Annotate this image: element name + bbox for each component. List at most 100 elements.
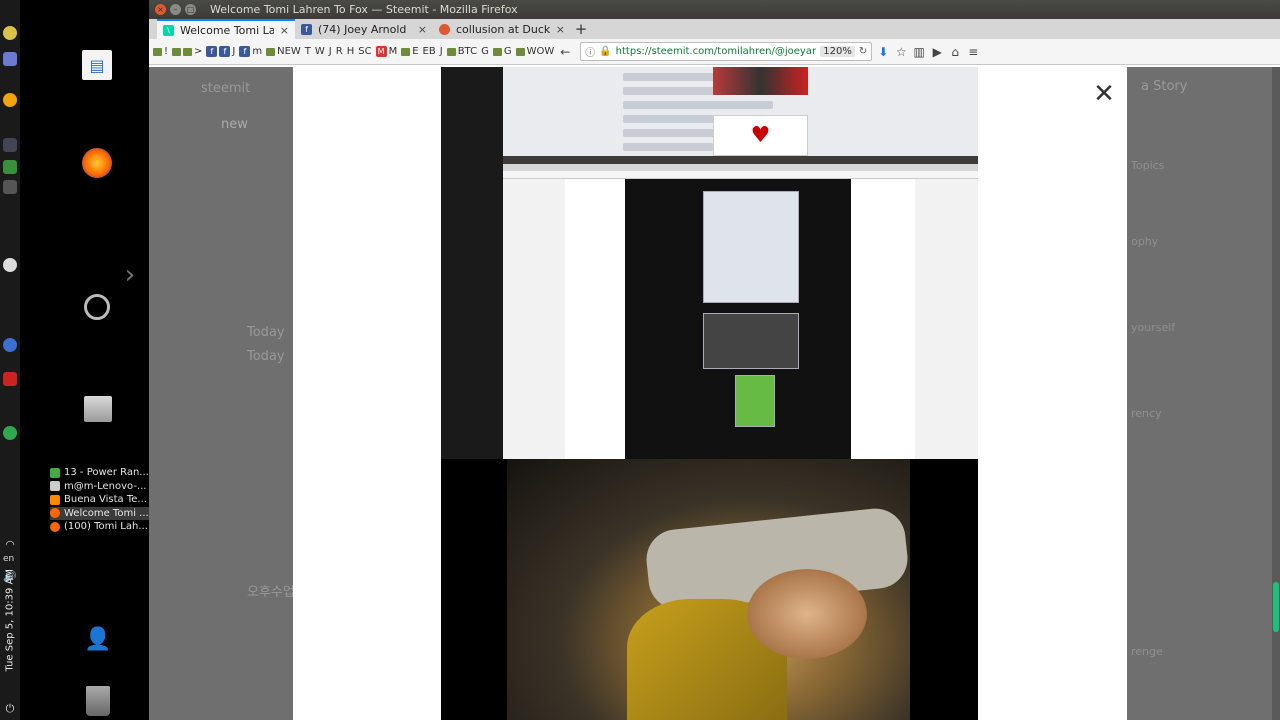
nested-screenshot <box>625 179 851 459</box>
video-face <box>747 569 867 659</box>
lightbox-image[interactable]: ♥ <box>441 67 978 720</box>
chrome-icon[interactable] <box>3 258 17 272</box>
desktop-firefox-icon[interactable] <box>82 148 112 178</box>
steemit-icon: \ <box>163 24 174 36</box>
tab-steemit[interactable]: \ Welcome Tomi Lahren × <box>157 19 295 39</box>
facebook-icon: f <box>239 46 251 57</box>
sidebar-item: Topics <box>1131 159 1165 172</box>
youtube-icon[interactable]: ▶ <box>930 45 944 59</box>
library-icon[interactable]: ▥ <box>912 45 926 59</box>
folder-icon <box>183 47 193 56</box>
bitcoin-icon[interactable] <box>3 93 17 107</box>
tab-close-icon[interactable]: × <box>280 24 289 37</box>
grid-icon[interactable] <box>3 180 17 194</box>
zoom-indicator[interactable]: 120% <box>820 46 855 57</box>
comment-line <box>623 101 773 109</box>
document-icon[interactable] <box>3 52 17 66</box>
bookmark-item[interactable]: NEW <box>266 46 301 57</box>
bookmark-facebook[interactable]: ffJ <box>206 46 235 57</box>
wifi-icon[interactable]: ◠ <box>3 538 17 552</box>
reload-icon[interactable]: ↻ <box>859 46 867 57</box>
bookmark-star-icon[interactable]: ☆ <box>894 45 908 59</box>
nav-new-link: new <box>221 117 248 132</box>
desktop-archive-icon[interactable] <box>84 396 112 422</box>
bookmark-item[interactable]: T <box>305 46 311 57</box>
bookmark-item[interactable]: MM <box>375 46 397 57</box>
launcher-icon[interactable] <box>3 26 17 40</box>
bookmark-item[interactable]: BTC <box>446 46 477 57</box>
nested-tabs <box>503 164 978 171</box>
window-maximize-button[interactable]: □ <box>185 4 196 15</box>
bookmark-item[interactable]: E <box>401 46 419 57</box>
menu-icon[interactable]: ≡ <box>966 45 980 59</box>
new-tab-button[interactable]: + <box>571 19 591 39</box>
tab-close-icon[interactable]: × <box>556 23 565 36</box>
folder-icon <box>172 47 182 56</box>
window-titlebar[interactable]: × – □ Welcome Tomi Lahren To Fox — Steem… <box>149 0 1280 19</box>
bookmark-item[interactable]: G <box>481 46 489 57</box>
firefox-window: × – □ Welcome Tomi Lahren To Fox — Steem… <box>149 0 1280 720</box>
bookmark-item[interactable]: EB <box>423 46 436 57</box>
bookmark-item[interactable]: J <box>440 46 443 57</box>
bookmark-item[interactable]: WOW <box>515 46 554 57</box>
bookmark-item[interactable]: W <box>315 46 325 57</box>
tab-duckduckgo[interactable]: collusion at DuckDuck × <box>433 19 571 39</box>
power-icon[interactable]: ⏻ <box>3 702 17 716</box>
tab-facebook[interactable]: f (74) Joey Arnold × <box>295 19 433 39</box>
desktop-chevron-right-icon[interactable]: › <box>120 260 140 290</box>
lock-icon[interactable]: 🔒 <box>599 46 611 57</box>
image-nested-browser <box>503 156 978 459</box>
terminal-window-icon <box>50 481 60 492</box>
desktop-trash-icon[interactable] <box>86 686 110 716</box>
desktop-user-icon[interactable]: 👤 <box>84 624 112 654</box>
info-icon[interactable]: ⓘ <box>585 44 595 59</box>
folder-icon <box>153 47 162 56</box>
image-ad-banner <box>713 67 808 95</box>
facebook-icon: f <box>301 23 312 35</box>
download-icon[interactable]: ⬇ <box>876 45 890 59</box>
network-icon[interactable] <box>3 338 17 352</box>
image-video-frame <box>507 459 911 720</box>
bookmark-item[interactable]: SC <box>358 46 371 57</box>
terminal-icon[interactable] <box>3 138 17 152</box>
filezilla-icon[interactable] <box>3 372 17 386</box>
folder-icon <box>492 47 502 56</box>
bookmark-item[interactable]: H <box>347 46 355 57</box>
desktop-document-icon[interactable]: ▤ <box>82 50 112 80</box>
bookmarks-and-nav-bar: ! > ffJ fm NEW T W J R H SC MM E EB J BT… <box>149 39 1280 65</box>
desktop: ▤ › 👤 13 - Power Ran... m@m-Lenovo-... B… <box>20 0 168 720</box>
scrollbar-thumb[interactable] <box>1273 582 1279 632</box>
home-icon[interactable]: ⌂ <box>948 45 962 59</box>
bookmark-item[interactable]: fm <box>239 46 262 57</box>
bookmark-item[interactable]: G <box>492 46 512 57</box>
panel-clock[interactable]: Tue Sep 5, 10:39 AM <box>5 569 16 671</box>
tab-close-icon[interactable]: × <box>418 23 427 36</box>
keyboard-language[interactable]: en <box>3 554 14 564</box>
folder-icon <box>446 47 456 56</box>
page-scrollbar[interactable] <box>1272 67 1280 720</box>
url-bar[interactable]: ⓘ 🔒 https://steemit.com/tomilahren/@joey… <box>580 42 873 61</box>
bookmark-item[interactable]: R <box>336 46 343 57</box>
back-arrow-icon[interactable]: ← <box>558 45 572 59</box>
post-title: Today <box>247 349 285 364</box>
url-text[interactable]: https://steemit.com/tomilahren/@joeyarno… <box>616 46 817 57</box>
post-title: 오후수업 <box>247 585 295 600</box>
firefox-window-icon <box>50 508 60 519</box>
folder-icon <box>266 47 276 56</box>
spreadsheet-icon[interactable] <box>3 160 17 174</box>
nested-tile <box>703 191 799 303</box>
window-close-button[interactable]: × <box>155 4 166 15</box>
desktop-ubuntu-icon[interactable] <box>84 294 110 320</box>
page-backdrop <box>149 67 293 720</box>
bookmark-folder[interactable]: ! <box>153 46 168 57</box>
nested-tile <box>735 375 775 427</box>
comment-line <box>623 143 713 151</box>
window-icon <box>50 467 60 478</box>
heart-icon: ♥ <box>713 115 808 156</box>
bookmark-item[interactable]: J <box>329 46 332 57</box>
window-minimize-button[interactable]: – <box>170 4 181 15</box>
vlc-icon <box>50 494 60 505</box>
lightbox-close-icon[interactable]: ✕ <box>1091 81 1117 107</box>
bookmark-folder[interactable]: > <box>172 46 202 57</box>
chat-icon[interactable] <box>3 426 17 440</box>
